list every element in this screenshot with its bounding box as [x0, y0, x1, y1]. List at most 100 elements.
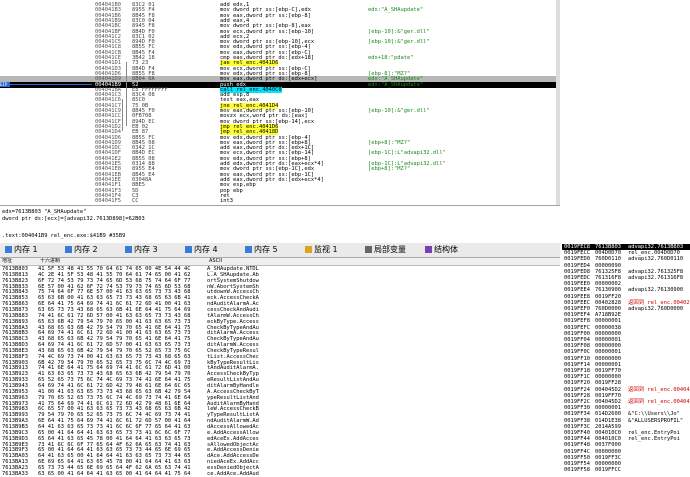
tab-icon [365, 246, 372, 253]
tab-6[interactable]: 监视 1 [302, 244, 341, 256]
dump-address: 7613BA33 [2, 470, 28, 477]
stack-address: 0019FEF8 [564, 318, 590, 325]
stack-value: 0037F000 [595, 442, 621, 449]
stack-value: 0019FF20 [595, 293, 621, 300]
stack-value: 00402828 [595, 299, 621, 306]
info-panel: edx=7613B803 "A_SHAupdate" dword ptr ds:… [0, 207, 690, 241]
stack-value: 00000000 [595, 330, 621, 337]
tab-7[interactable]: 局部变量 [362, 244, 409, 256]
stack-comment: 返回到 rel_enc.00402828 [628, 299, 690, 306]
stack-value: 2014A599 [595, 423, 621, 430]
stack-address: 0019FECC [564, 250, 590, 257]
dump-tab-bar: 内存 1 内存 2 内存 3 内存 4 内存 5 监视 1 局部变量 结构体 [0, 243, 560, 258]
tab-2[interactable]: 内存 2 [62, 244, 101, 256]
stack-address: 0019FF08 [564, 343, 590, 350]
tab-8[interactable]: 结构体 [422, 244, 461, 256]
stack-address: 0019FF58 [564, 467, 590, 474]
stack-address: 0019FEDC [564, 275, 590, 281]
stack-address: 0019FF18 [564, 368, 590, 374]
stack-address: 0019FF10 [564, 355, 590, 362]
stack-comment: rel_enc.EntryPoi [628, 436, 680, 443]
stack-comment: advapi32.761316F8 [628, 275, 684, 281]
stack-value: 00000001 [595, 349, 621, 356]
stack-address: 0019FF1C [564, 374, 590, 381]
stack-address: 0019FED0 [564, 256, 590, 263]
stack-address: 0019FED4 [564, 262, 590, 269]
stack-value: A718B92E [595, 312, 621, 319]
stack-value: 760D0110 [595, 256, 621, 263]
stack-row[interactable]: 0019FF58 0019FFCC [562, 467, 690, 473]
stack-address: 0019FEC8 [564, 244, 590, 250]
info-line-3: .text:004041B9 rel_enc.exe:$41B9 #35B9 [2, 233, 126, 239]
tab-4[interactable]: 内存 4 [182, 244, 221, 256]
stack-comment: rel_enc.EntryPoi [628, 430, 680, 436]
stack-address: 0019FF2C [564, 399, 590, 405]
stack-address: 0019FF34 [564, 411, 590, 418]
stack-address: 0019FF00 [564, 330, 590, 337]
disasm-address: 004041F5 [95, 198, 121, 205]
stack-address: 0019FF44 [564, 436, 590, 443]
tab-icon [125, 246, 132, 253]
tab-5[interactable]: 内存 5 [242, 244, 281, 256]
stack-address: 0019FF3C [564, 423, 590, 430]
stack-value: 00000000 [595, 448, 621, 455]
stack-address: 0019FF38 [564, 417, 590, 424]
memory-dump[interactable]: 地址 十六进制 ASCII 7613B803 41 5F 53 48 41 55 … [0, 258, 560, 477]
stack-address: 0019FF50 [564, 454, 590, 461]
stack-comment: &"C:\\Users\\Jo" [628, 411, 680, 418]
stack-address: 0019FF30 [564, 405, 590, 412]
stack-address: 0019FEEC [564, 299, 590, 306]
column-header-hex[interactable]: 十六进制 [38, 258, 207, 266]
stack-address: 0019FF48 [564, 442, 590, 449]
tab-3[interactable]: 内存 3 [122, 244, 161, 256]
disassembly-view[interactable]: 004041B0 83C2 01 add edx,1 004041B3 8955 F4 m… [0, 0, 560, 206]
stack-value: 004010C0 [595, 430, 621, 436]
dump-ascii: ce.AddAce.AddAud [207, 470, 259, 477]
stack-value: 7613B803 [595, 244, 621, 250]
stack-value: 00000001 [595, 318, 621, 325]
stack-comment: advapi32.76130900 [628, 287, 684, 294]
tab-label: 结构体 [434, 245, 458, 254]
info-line-1: edx=7613B803 "A_SHAupdate" [2, 209, 87, 215]
column-header-address[interactable]: 地址 [0, 258, 38, 266]
disasm-row[interactable]: 004041F5 CC int3 [0, 198, 560, 204]
stack-address: 0019FED8 [564, 268, 590, 275]
tab-label: 内存 2 [74, 245, 98, 254]
stack-comment: advapi32.760D0000 [628, 306, 684, 312]
stack-value: 00000001 [595, 405, 621, 412]
jump-guide-icon [126, 62, 127, 126]
stack-address: 0019FEE0 [564, 281, 590, 288]
table-row[interactable]: 7613BA33 63 65 00 41 64 64 41 63 65 00 41… [0, 471, 560, 477]
stack-value: 761325F8 [595, 268, 621, 275]
stack-value: 0019FF3C [595, 454, 621, 461]
stack-value: 00000001 [595, 337, 621, 343]
tab-label: 内存 4 [194, 245, 218, 254]
stack-address: 0019FF04 [564, 337, 590, 343]
tab-icon [305, 246, 312, 253]
stack-value: 004010C0 [595, 436, 621, 443]
stack-address: 0019FEE8 [564, 293, 590, 300]
disassembly-scrollbar[interactable] [556, 0, 560, 205]
tab-1[interactable]: 内存 1 [2, 244, 41, 256]
tab-label: 内存 1 [14, 245, 38, 254]
stack-address: 0019FF14 [564, 361, 590, 368]
stack-address: 0019FF54 [564, 461, 590, 467]
tab-label: 内存 3 [134, 245, 158, 254]
stack-value: 00000000 [595, 374, 621, 381]
stack-comment: rel_enc.004D0D70 [628, 250, 680, 257]
column-header-ascii[interactable]: ASCII [207, 258, 560, 266]
stack-address: 0019FEF0 [564, 306, 590, 312]
stack-value: 00000001 [595, 361, 621, 368]
jump-guide-icon [122, 99, 123, 132]
eip-arrow-icon [10, 83, 92, 85]
register-panel [562, 0, 690, 205]
stack-value: 76130900 [595, 287, 621, 294]
stack-value: 00000000 [595, 461, 621, 467]
stack-address: 0019FF0C [564, 349, 590, 356]
stack-value: 00000002 [595, 281, 621, 288]
stack-address: 0019FF28 [564, 392, 590, 399]
stack-value: 0019FF70 [595, 392, 621, 399]
stack-value: 761316F8 [595, 275, 621, 281]
tab-label: 局部变量 [374, 245, 406, 254]
stack-view[interactable]: 0019FEC8 7613B803 advapi32.7613B803 0019FEC… [562, 243, 690, 477]
